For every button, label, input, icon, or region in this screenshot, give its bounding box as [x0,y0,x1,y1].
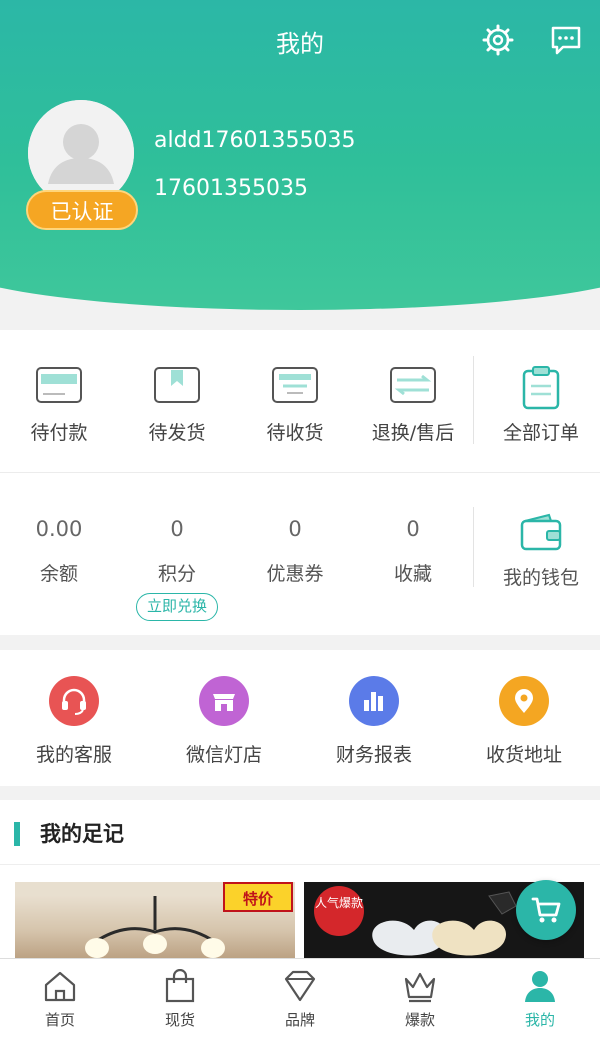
my-wallet[interactable]: 我的钱包 [482,513,600,590]
location-pin-icon [499,676,549,726]
wallet-label: 我的钱包 [502,567,579,589]
order-label: 待收货 [266,422,324,444]
hot-sale-badge: 人气爆款 [314,886,364,936]
package-icon [154,367,200,403]
gear-icon [482,24,514,56]
nav-label: 品牌 [284,1011,315,1029]
points-label: 积分 [157,563,196,585]
nav-label: 爆款 [404,1011,435,1029]
favorites-value: 0 [406,517,420,541]
divider [473,356,474,444]
headset-icon [49,676,99,726]
order-status-row: 待付款 待发货 待收货 退换/售后 全部订单 [0,330,600,472]
order-pending-payment[interactable]: 待付款 [0,366,118,445]
coupons-value: 0 [288,517,302,541]
footprint-section: 我的足记 特价 人气爆款 [0,800,600,960]
order-returns[interactable]: 退换/售后 [354,366,472,445]
coupons-label: 优惠券 [266,563,324,585]
divider [0,864,600,865]
wallet-card-icon [36,367,82,403]
balance-label: 余额 [39,563,78,585]
nav-label: 首页 [44,1011,75,1029]
home-icon [44,971,76,1002]
order-pending-shipment[interactable]: 待发货 [118,366,236,445]
return-icon [390,367,436,403]
nav-label: 我的 [524,1011,555,1029]
crown-icon [404,972,436,1003]
settings-button[interactable] [480,22,516,58]
section-title: 我的足记 [40,822,124,846]
message-button[interactable] [548,22,584,58]
profile-header: 我的 已认证 aldd17601355035 17601355035 [0,0,600,320]
points-value: 0 [170,517,184,541]
services-row: 我的客服 微信灯店 财务报表 收货地址 [0,650,600,786]
nav-mine[interactable]: 我的 [490,969,590,1030]
order-label: 退换/售后 [371,422,455,444]
wechat-store[interactable]: 微信灯店 [154,676,294,767]
shopping-bag-icon [165,969,195,1003]
order-label: 待付款 [30,422,88,444]
order-pending-receipt[interactable]: 待收货 [236,366,354,445]
favorites[interactable]: 0 收藏 [354,517,472,586]
order-label: 全部订单 [502,422,579,444]
balance-value: 0.00 [35,517,83,541]
username: aldd17601355035 [154,128,356,153]
order-label: 待发货 [148,422,206,444]
service-label: 收货地址 [485,744,562,766]
favorites-label: 收藏 [393,563,432,585]
balance[interactable]: 0.00 余额 [0,517,118,586]
bottom-nav: 首页 现货 品牌 爆款 我的 [0,958,600,1038]
nav-label: 现货 [164,1011,195,1029]
nav-in-stock[interactable]: 现货 [130,969,230,1030]
service-label: 我的客服 [35,744,112,766]
verified-badge: 已认证 [26,190,138,230]
special-price-tag: 特价 [223,882,293,912]
cart-button[interactable] [516,880,576,940]
section-accent-bar [14,822,20,846]
box-icon [272,367,318,403]
diamond-icon [284,970,316,1002]
message-icon [551,26,581,55]
financial-report[interactable]: 财务报表 [304,676,444,767]
store-icon [199,676,249,726]
shipping-address[interactable]: 收货地址 [454,676,594,767]
assets-row: 0.00 余额 0 积分 立即兑换 0 优惠券 0 收藏 我的钱包 [0,473,600,635]
nav-brands[interactable]: 品牌 [250,969,350,1030]
clipboard-icon [522,366,560,410]
divider [473,507,474,587]
coupons[interactable]: 0 优惠券 [236,517,354,586]
service-label: 财务报表 [335,744,412,766]
redeem-button[interactable]: 立即兑换 [136,593,218,621]
points[interactable]: 0 积分 [118,517,236,586]
bar-chart-icon [349,676,399,726]
phone-number: 17601355035 [154,176,308,201]
user-icon [525,971,555,1002]
nav-home[interactable]: 首页 [10,969,110,1030]
footprint-product-card[interactable]: 特价 [15,882,295,960]
wallet-icon [520,513,562,551]
customer-service[interactable]: 我的客服 [4,676,144,767]
service-label: 微信灯店 [185,744,262,766]
all-orders[interactable]: 全部订单 [482,366,600,445]
cart-icon [531,897,561,923]
nav-bestsellers[interactable]: 爆款 [370,969,470,1030]
